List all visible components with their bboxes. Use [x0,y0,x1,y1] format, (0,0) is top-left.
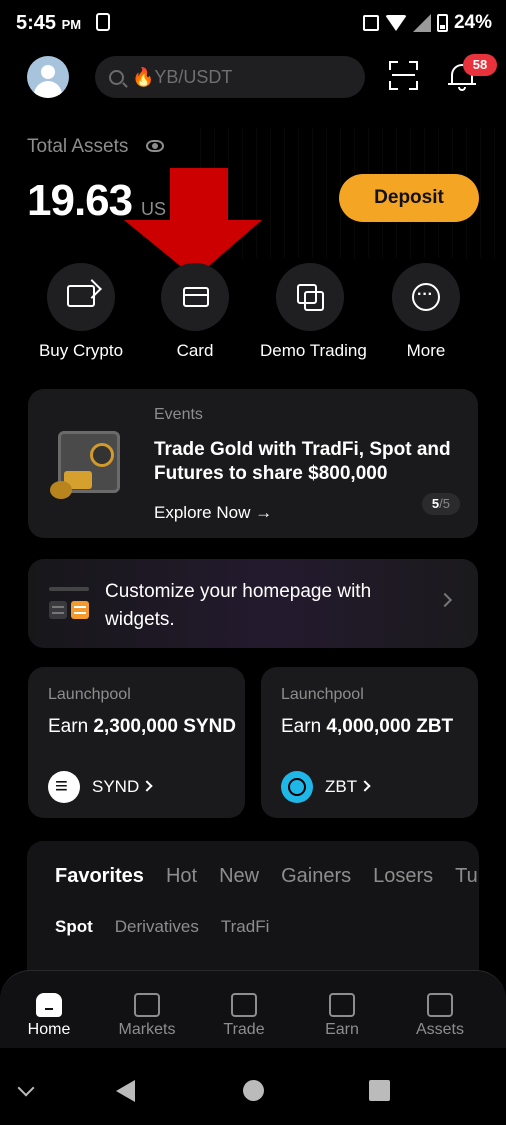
wallet-icon [427,993,453,1017]
launchpool-tag: Launchpool [281,686,364,703]
chevron-down-icon[interactable] [17,1079,35,1097]
market-tabs: Favorites Hot New Gainers Losers Turn [55,865,479,888]
widgets-icon [49,587,91,623]
annotation-arrow-icon [124,168,262,278]
launchpool-earn: Earn 4,000,000 ZBT [281,716,454,737]
home-icon [36,993,62,1017]
events-card[interactable]: Events Trade Gold with TradFi, Spot and … [28,389,478,538]
launchpool-card-synd[interactable]: Launchpool Earn 2,300,000 SYND SYND [28,667,245,818]
quick-action-card[interactable]: Card [145,263,245,361]
nav-label: Assets [415,1021,464,1038]
launchpool-earn: Earn 2,300,000 SYND [48,716,237,737]
demo-trading-icon-front [304,291,324,311]
quick-action-buy-crypto[interactable]: Buy Crypto [31,263,131,361]
nav-earn[interactable]: Earn [297,993,387,1039]
market-subtabs: Spot Derivatives TradFi [55,917,269,937]
status-time: 5:45 PM [16,12,82,34]
events-title: Trade Gold with TradFi, Spot and Futures… [154,439,451,484]
notification-badge: 58 [463,54,497,76]
total-assets-label: Total Assets [27,136,129,157]
quick-action-demo-trading[interactable]: Demo Trading [260,263,367,361]
search-input[interactable]: 🔥YB/USDT [95,56,365,98]
markets-icon [134,993,160,1017]
events-pager: 5/5 [421,493,460,515]
battery-level: 24% [453,12,492,33]
nav-home[interactable]: Home [4,993,94,1039]
sim-icon [96,13,110,31]
status-bar: 5:45 PM 24% [0,0,506,46]
quick-action-label: Card [176,341,214,360]
gold-vault-icon [50,427,128,499]
back-icon[interactable] [116,1080,135,1102]
launchpool-coin-link[interactable]: SYND [92,777,153,797]
quick-action-label: Demo Trading [260,341,367,360]
more-icon [412,283,440,311]
customize-widgets-banner[interactable]: Customize your homepage with widgets. [28,559,478,648]
buy-crypto-icon [67,285,95,307]
avatar[interactable] [27,56,69,98]
earn-icon [329,993,355,1017]
eye-icon[interactable] [146,140,164,152]
home-circle-icon[interactable] [243,1080,264,1101]
tab-losers[interactable]: Losers [373,865,433,888]
nav-assets[interactable]: Assets [395,993,485,1039]
launchpool-coin-link[interactable]: ZBT [325,777,371,797]
recents-icon[interactable] [369,1080,390,1101]
subtab-spot[interactable]: Spot [55,917,93,937]
zbt-coin-icon [281,771,313,803]
signal-icon [412,14,431,32]
nav-trade[interactable]: Trade [199,993,289,1039]
wifi-icon [384,15,407,31]
card-icon [183,287,209,307]
avatar-head [41,65,55,79]
launchpool-card-zbt[interactable]: Launchpool Earn 4,000,000 ZBT ZBT [261,667,478,818]
tab-favorites[interactable]: Favorites [55,865,144,888]
total-assets-value: 19.63 [27,176,133,225]
scan-icon[interactable] [389,61,418,90]
quick-action-label: More [406,341,446,360]
nav-markets[interactable]: Markets [102,993,192,1039]
nav-label: Trade [223,1021,265,1038]
tab-new[interactable]: New [219,865,259,888]
nfc-icon [362,15,379,31]
search-icon [109,69,124,85]
nav-label: Markets [118,1021,176,1038]
chevron-right-icon [359,780,371,792]
explore-now-link[interactable]: Explore Now → [154,503,272,523]
nav-label: Home [27,1021,71,1038]
trade-icon [231,993,257,1017]
chevron-right-icon [141,780,153,792]
subtab-tradfi[interactable]: TradFi [221,917,270,937]
events-tag: Events [154,406,203,423]
tab-hot[interactable]: Hot [166,865,197,888]
quick-action-label: Buy Crypto [38,341,124,360]
search-placeholder: 🔥YB/USDT [132,66,233,87]
synd-coin-icon [48,771,80,803]
battery-icon [436,14,448,32]
deposit-button[interactable]: Deposit [339,174,479,222]
tab-turnover[interactable]: Turn [455,865,479,888]
status-right: 24% [362,12,492,34]
widgets-text: Customize your homepage with widgets. [105,581,372,630]
bottom-nav: Home Markets Trade Earn Assets [0,970,506,1048]
avatar-body [34,81,62,98]
subtab-derivatives[interactable]: Derivatives [115,917,199,937]
quick-action-more[interactable]: More [376,263,476,361]
chevron-right-icon [437,592,453,608]
launchpool-tag: Launchpool [48,686,131,703]
tab-gainers[interactable]: Gainers [281,865,351,888]
nav-label: Earn [325,1021,359,1038]
system-nav [0,1052,506,1125]
